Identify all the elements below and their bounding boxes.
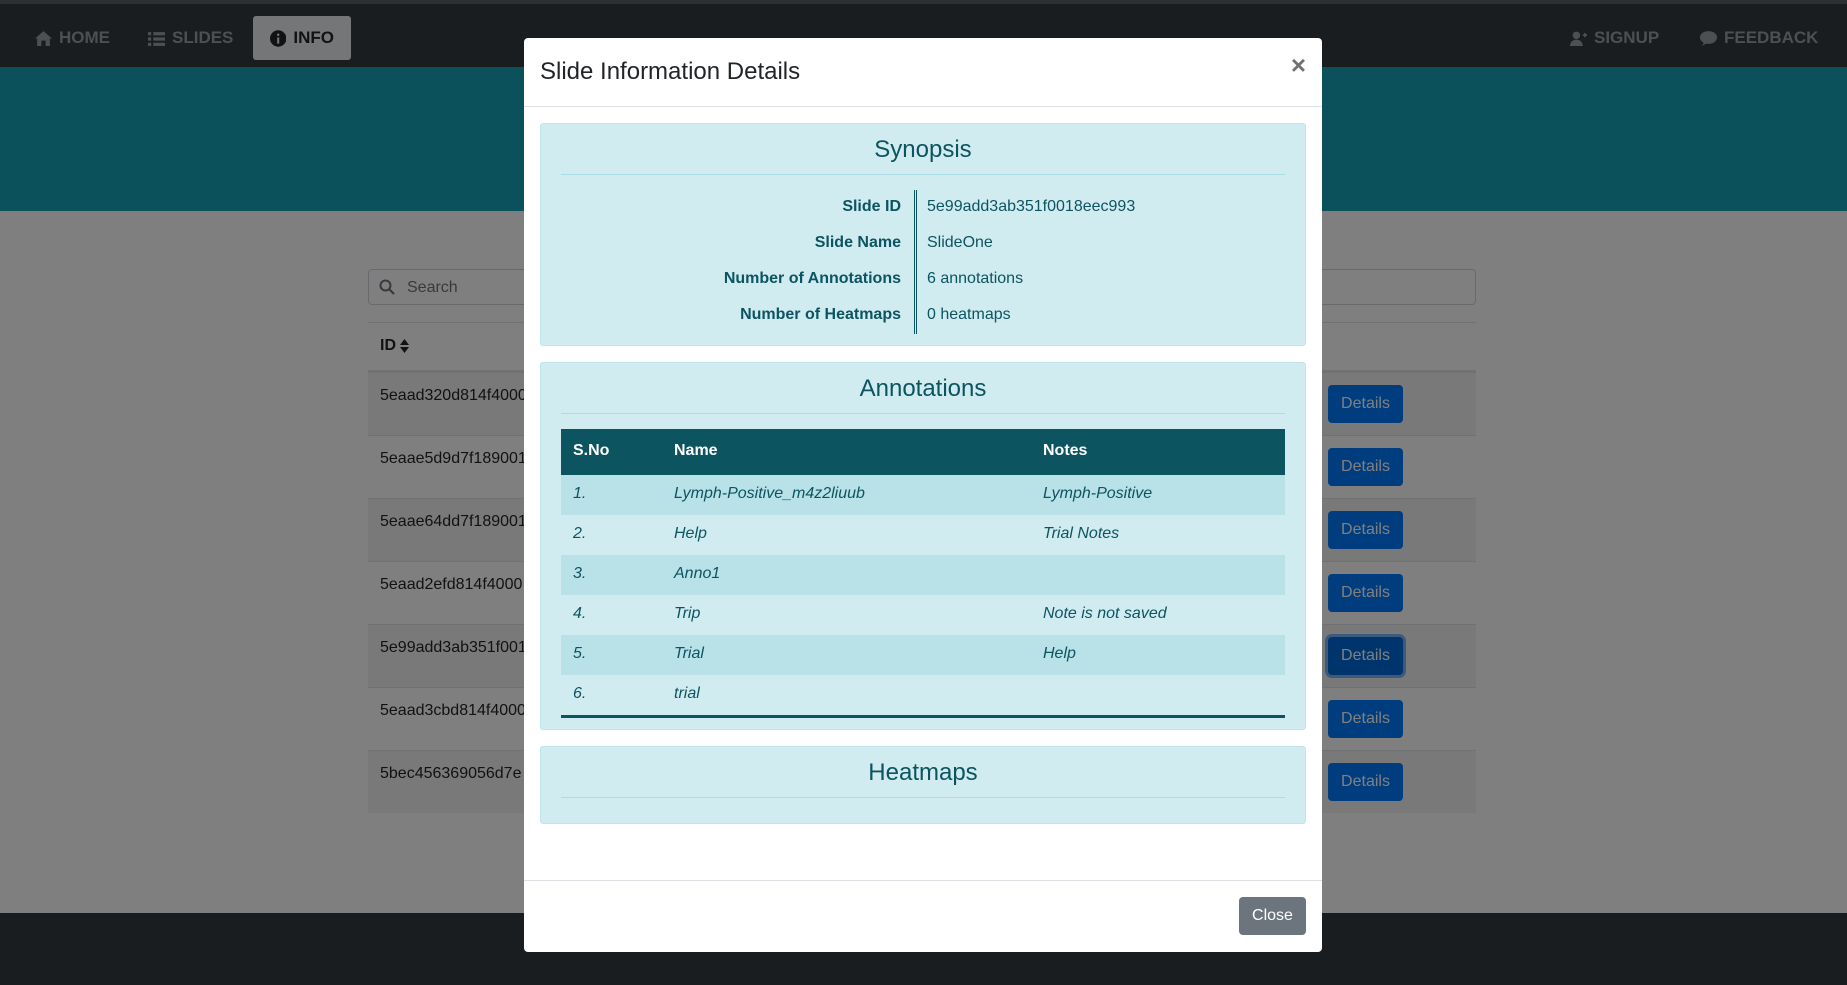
synopsis-label: Slide Name [814, 234, 901, 251]
synopsis-value: 0 heatmaps [927, 306, 1011, 323]
synopsis-row-heatmaps: Number of Heatmaps 0 heatmaps [561, 298, 1285, 334]
annotations-table-header: S.No Name Notes [561, 429, 1285, 475]
synopsis-value: 6 annotations [927, 270, 1024, 287]
table-row: 3. Anno1 [561, 555, 1285, 595]
table-bottom-border [561, 715, 1285, 718]
sno-cell: 4. [573, 605, 587, 622]
table-row: 5. Trial Help [561, 635, 1285, 675]
name-cell: Help [674, 525, 707, 542]
name-cell: Trial [674, 645, 704, 662]
table-row: 1. Lymph-Positive_m4z2liuub Lymph-Positi… [561, 475, 1285, 515]
column-header-notes: Notes [1043, 442, 1088, 459]
synopsis-value: 5e99add3ab351f0018eec993 [927, 198, 1136, 215]
synopsis-row-annotations: Number of Annotations 6 annotations [561, 262, 1285, 298]
notes-cell: Lymph-Positive [1043, 485, 1153, 502]
synopsis-row-slide-name: Slide Name SlideOne [561, 226, 1285, 262]
sno-cell: 5. [573, 645, 587, 662]
synopsis-card: Synopsis Slide ID 5e99add3ab351f0018eec9… [540, 123, 1306, 346]
notes-cell: Trial Notes [1043, 525, 1120, 542]
sno-cell: 2. [573, 525, 587, 542]
name-cell: trial [674, 685, 700, 702]
modal-title: Slide Information Details [540, 58, 801, 85]
close-icon[interactable]: × [1291, 52, 1306, 78]
synopsis-row-slide-id: Slide ID 5e99add3ab351f0018eec993 [561, 190, 1285, 226]
table-row: 2. Help Trial Notes [561, 515, 1285, 555]
heatmaps-title: Heatmaps [561, 759, 1285, 798]
synopsis-value: SlideOne [927, 234, 993, 251]
column-header-sno: S.No [573, 442, 610, 459]
modal-footer: Close [524, 880, 1322, 952]
notes-cell: Note is not saved [1043, 605, 1167, 622]
modal-header: Slide Information Details × [524, 38, 1322, 107]
annotations-title: Annotations [561, 375, 1285, 414]
slide-info-modal: Slide Information Details × Synopsis Sli… [524, 38, 1322, 952]
annotations-card: Annotations S.No Name Notes 1. Lymph-Pos… [540, 362, 1306, 730]
sno-cell: 1. [573, 485, 587, 502]
close-button[interactable]: Close [1239, 897, 1306, 935]
table-row: 6. trial [561, 675, 1285, 715]
synopsis-label: Number of Annotations [723, 270, 901, 287]
table-row: 4. Trip Note is not saved [561, 595, 1285, 635]
synopsis-label: Number of Heatmaps [740, 306, 901, 323]
sno-cell: 6. [573, 685, 587, 702]
heatmaps-card: Heatmaps [540, 746, 1306, 824]
column-header-name: Name [674, 442, 718, 459]
name-cell: Trip [674, 605, 701, 622]
sno-cell: 3. [573, 565, 587, 582]
notes-cell: Help [1043, 645, 1076, 662]
synopsis-title: Synopsis [561, 136, 1285, 175]
name-cell: Lymph-Positive_m4z2liuub [674, 485, 865, 502]
synopsis-label: Slide ID [842, 198, 901, 215]
name-cell: Anno1 [674, 565, 721, 582]
